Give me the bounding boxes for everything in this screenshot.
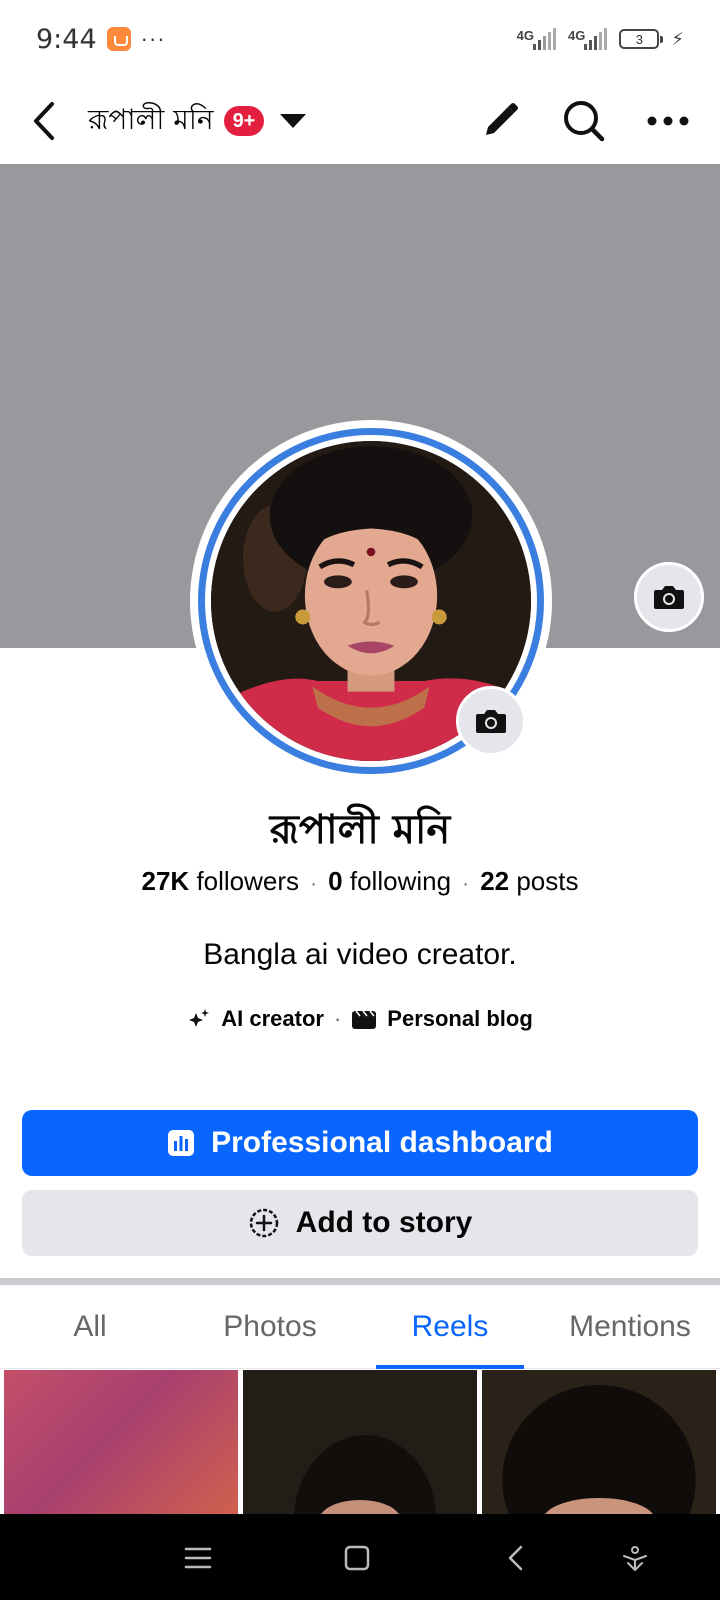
- network-type-label: 4G: [568, 28, 586, 43]
- button-label: Add to story: [295, 1206, 473, 1239]
- reel-thumbnail-image: [482, 1370, 716, 1514]
- separator-dot: ·: [462, 873, 469, 895]
- edit-profile-picture-button[interactable]: [456, 686, 526, 756]
- tab-photos[interactable]: Photos: [180, 1285, 360, 1368]
- followers-label[interactable]: followers: [196, 866, 299, 896]
- edit-cover-photo-button[interactable]: [634, 562, 704, 632]
- search-icon: [564, 101, 605, 142]
- following-label[interactable]: following: [350, 866, 451, 896]
- button-label: Professional dashboard: [211, 1126, 553, 1159]
- section-divider: [0, 1278, 720, 1285]
- camera-icon: [654, 586, 684, 609]
- professional-dashboard-button[interactable]: Professional dashboard: [22, 1110, 698, 1176]
- battery-level: 3: [635, 31, 643, 47]
- system-navigation-bar: [0, 1514, 720, 1600]
- profile-categories: AI creator · Personal blog: [0, 1006, 720, 1032]
- search-button[interactable]: [560, 97, 608, 145]
- category-label: Personal blog: [387, 1006, 533, 1031]
- signal-strength-icon: [533, 28, 557, 50]
- separator-dot: ·: [310, 873, 317, 895]
- pencil-icon: [486, 103, 518, 135]
- top-nav: রূপালী মনি 9+: [0, 78, 720, 164]
- back-system-button[interactable]: [496, 1538, 536, 1578]
- caret-down-icon: [280, 114, 307, 128]
- category-label: AI creator: [221, 1006, 324, 1031]
- back-button[interactable]: [28, 92, 64, 150]
- posts-count: 22: [480, 866, 510, 896]
- sparkle-icon: [189, 1009, 210, 1027]
- assistant-button[interactable]: [615, 1538, 655, 1578]
- posts-label: posts: [516, 866, 579, 896]
- status-bar: 9:44 ··· 4G 4G 3 ⚡: [0, 0, 720, 78]
- network-type-label: 4G: [516, 28, 535, 43]
- category-ai-creator: AI creator: [187, 1006, 324, 1032]
- add-circle-icon: [249, 1208, 278, 1238]
- menu-icon: [184, 1547, 212, 1569]
- reel-thumbnail-image: [243, 1370, 477, 1514]
- following-count[interactable]: 0: [328, 866, 342, 896]
- add-to-story-button[interactable]: Add to story: [22, 1190, 698, 1256]
- edit-button[interactable]: [476, 97, 524, 145]
- tab-all[interactable]: All: [0, 1285, 180, 1368]
- status-time: 9:44: [36, 23, 97, 55]
- followers-count[interactable]: 27K: [142, 866, 190, 896]
- more-dots-icon: [647, 116, 689, 126]
- notification-badge: 9+: [223, 106, 265, 136]
- chevron-left-icon: [34, 102, 54, 140]
- bar-chart-icon: [168, 1130, 195, 1156]
- chevron-left-icon: [508, 1545, 523, 1571]
- reels-grid: [4, 1370, 716, 1514]
- signal-group-1: 4G: [517, 28, 562, 50]
- battery-icon: 3: [619, 29, 664, 49]
- square-icon: [344, 1545, 370, 1571]
- camera-icon: [476, 710, 506, 733]
- charging-icon: ⚡: [671, 28, 684, 49]
- profile-name: রূপালী মনি: [269, 807, 451, 853]
- signal-strength-icon: [584, 28, 608, 50]
- tab-reels[interactable]: Reels: [360, 1285, 540, 1369]
- reel-thumbnail[interactable]: [4, 1370, 238, 1514]
- separator-dot: ·: [333, 1006, 342, 1031]
- page-title: রূপালী মনি: [88, 102, 214, 136]
- accessibility-icon: [623, 1546, 647, 1571]
- reel-thumbnail[interactable]: [243, 1370, 477, 1514]
- content-tabs: All Photos Reels Mentions: [0, 1285, 720, 1369]
- category-personal-blog: Personal blog: [351, 1006, 533, 1032]
- reel-thumbnail[interactable]: [482, 1370, 716, 1514]
- shopping-app-notification-icon: [106, 27, 131, 51]
- status-indicators: 4G 4G 3 ⚡: [517, 28, 684, 50]
- profile-switcher[interactable]: রূপালী মনি 9+: [88, 98, 307, 144]
- profile-bio: Bangla ai video creator.: [203, 938, 517, 971]
- more-options-button[interactable]: [644, 97, 692, 145]
- nav-actions: [476, 92, 692, 150]
- signal-group-2: 4G: [568, 28, 613, 50]
- home-button[interactable]: [337, 1538, 377, 1578]
- recent-apps-button[interactable]: [178, 1538, 218, 1578]
- tab-mentions[interactable]: Mentions: [540, 1285, 720, 1368]
- more-notifications-icon: ···: [140, 26, 166, 51]
- profile-stats: 27K followers · 0 following · 22 posts: [0, 866, 720, 897]
- clapperboard-icon: [352, 1010, 377, 1029]
